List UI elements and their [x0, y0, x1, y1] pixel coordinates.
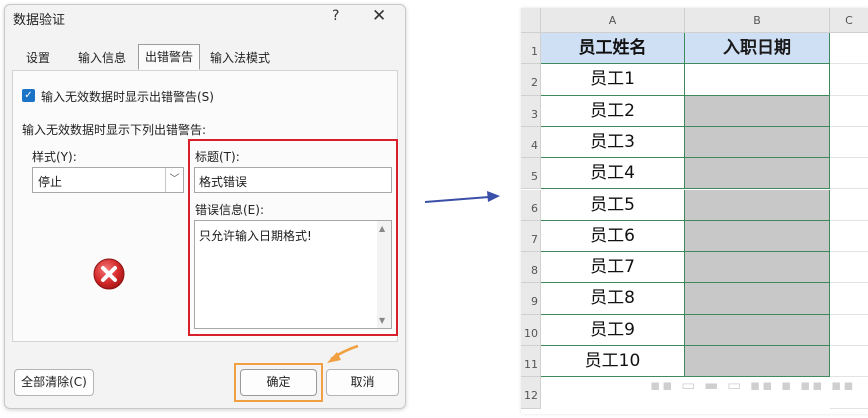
- empty-cell[interactable]: [830, 315, 868, 346]
- hire-date-cell[interactable]: [685, 126, 830, 159]
- empty-cell[interactable]: [830, 190, 868, 221]
- hire-date-cell[interactable]: [685, 283, 830, 315]
- empty-cell[interactable]: [830, 346, 868, 378]
- column-header-c[interactable]: C: [830, 8, 868, 33]
- column-header-a[interactable]: A: [541, 8, 685, 33]
- hire-date-cell[interactable]: [685, 95, 830, 127]
- employee-name-cell[interactable]: 员工6: [541, 220, 685, 253]
- cell-a1-header[interactable]: 员工姓名: [541, 33, 685, 65]
- column-header-b[interactable]: B: [685, 8, 830, 33]
- blue-arrow-shaft: [424, 196, 490, 203]
- employee-name-cell[interactable]: 员工3: [541, 126, 685, 159]
- cell-b1-header[interactable]: 入职日期: [685, 33, 830, 65]
- employee-name-cell[interactable]: 员工8: [541, 283, 685, 315]
- row-header[interactable]: 2: [521, 64, 541, 96]
- row-header[interactable]: 4: [521, 126, 541, 159]
- empty-cell[interactable]: [830, 221, 868, 253]
- hire-date-cell[interactable]: [685, 314, 830, 346]
- row-header[interactable]: 6: [521, 189, 541, 221]
- row-header[interactable]: 12: [521, 377, 541, 409]
- row-header[interactable]: 5: [521, 158, 541, 190]
- select-all-corner[interactable]: [521, 8, 541, 33]
- employee-name-cell[interactable]: 员工9: [541, 314, 685, 346]
- row-header[interactable]: 7: [521, 220, 541, 253]
- employee-name-cell[interactable]: 员工7: [541, 252, 685, 284]
- hire-date-cell[interactable]: [685, 64, 830, 96]
- watermark: ▪▪ ▭ ▬ ▭ ▪▪ ▪ ▪▪ ▪▪: [650, 376, 856, 394]
- hire-date-cell[interactable]: [685, 158, 830, 190]
- empty-cell[interactable]: [830, 64, 868, 96]
- empty-cell[interactable]: [830, 252, 868, 284]
- hire-date-cell[interactable]: [685, 220, 830, 253]
- employee-name-cell[interactable]: 员工5: [541, 189, 685, 221]
- hire-date-cell[interactable]: [685, 346, 830, 378]
- empty-cell[interactable]: [830, 127, 868, 159]
- employee-name-cell[interactable]: 员工1: [541, 64, 685, 96]
- row-header[interactable]: 3: [521, 95, 541, 127]
- blue-arrow-head: [487, 191, 500, 202]
- empty-cell[interactable]: [830, 158, 868, 190]
- row-header[interactable]: 11: [521, 346, 541, 378]
- empty-cell[interactable]: [830, 96, 868, 127]
- empty-cell[interactable]: [830, 33, 868, 65]
- employee-name-cell[interactable]: 员工4: [541, 158, 685, 190]
- employee-name-cell[interactable]: 员工10: [541, 346, 685, 378]
- empty-cell[interactable]: [830, 283, 868, 315]
- row-header[interactable]: 1: [521, 33, 541, 65]
- employee-name-cell[interactable]: 员工2: [541, 95, 685, 127]
- spreadsheet: A B C 1 员工姓名 入职日期 2 员工1 3 员工2 4 员工3 5 员工4 6 员工5 7 员工6 8…: [521, 8, 868, 414]
- row-header[interactable]: 8: [521, 252, 541, 284]
- hire-date-cell[interactable]: [685, 189, 830, 221]
- hire-date-cell[interactable]: [685, 252, 830, 284]
- row-header[interactable]: 9: [521, 283, 541, 315]
- row-header[interactable]: 10: [521, 314, 541, 346]
